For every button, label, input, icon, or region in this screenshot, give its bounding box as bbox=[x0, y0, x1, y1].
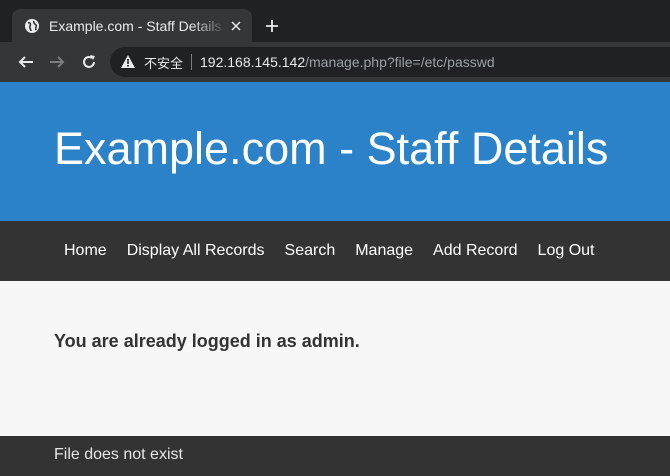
url-path: /manage.php?file=/etc/passwd bbox=[305, 54, 495, 70]
globe-icon bbox=[24, 18, 40, 34]
main-navigation: Home Display All Records Search Manage A… bbox=[0, 221, 670, 281]
nav-manage[interactable]: Manage bbox=[355, 242, 413, 260]
main-content: You are already logged in as admin. bbox=[0, 281, 670, 436]
page-footer: File does not exist bbox=[0, 436, 670, 476]
forward-arrow-icon[interactable] bbox=[47, 52, 67, 72]
close-icon[interactable] bbox=[228, 18, 244, 34]
nav-display-all-records[interactable]: Display All Records bbox=[127, 242, 265, 260]
back-arrow-icon[interactable] bbox=[16, 52, 36, 72]
site-header: Example.com - Staff Details bbox=[0, 82, 670, 221]
browser-tab-bar: Example.com - Staff Details bbox=[0, 0, 670, 42]
browser-toolbar: 不安全 192.168.145.142 /manage.php?file=/et… bbox=[0, 42, 670, 82]
reload-icon[interactable] bbox=[79, 52, 99, 72]
nav-search[interactable]: Search bbox=[285, 242, 336, 260]
url-host: 192.168.145.142 bbox=[200, 54, 306, 70]
address-separator bbox=[191, 54, 193, 70]
security-label: 不安全 bbox=[144, 55, 184, 71]
nav-home[interactable]: Home bbox=[64, 242, 107, 260]
tab-title: Example.com - Staff Details bbox=[49, 17, 222, 34]
address-bar[interactable]: 不安全 192.168.145.142 /manage.php?file=/et… bbox=[110, 47, 670, 77]
browser-tab[interactable]: Example.com - Staff Details bbox=[12, 9, 252, 42]
nav-add-record[interactable]: Add Record bbox=[433, 242, 518, 260]
web-page: Example.com - Staff Details Home Display… bbox=[0, 82, 670, 476]
plus-icon[interactable] bbox=[262, 16, 282, 36]
footer-message: File does not exist bbox=[54, 446, 183, 463]
login-status-message: You are already logged in as admin. bbox=[54, 331, 360, 351]
page-title: Example.com - Staff Details bbox=[54, 123, 609, 174]
warning-icon[interactable] bbox=[120, 54, 136, 70]
nav-log-out[interactable]: Log Out bbox=[538, 242, 595, 260]
